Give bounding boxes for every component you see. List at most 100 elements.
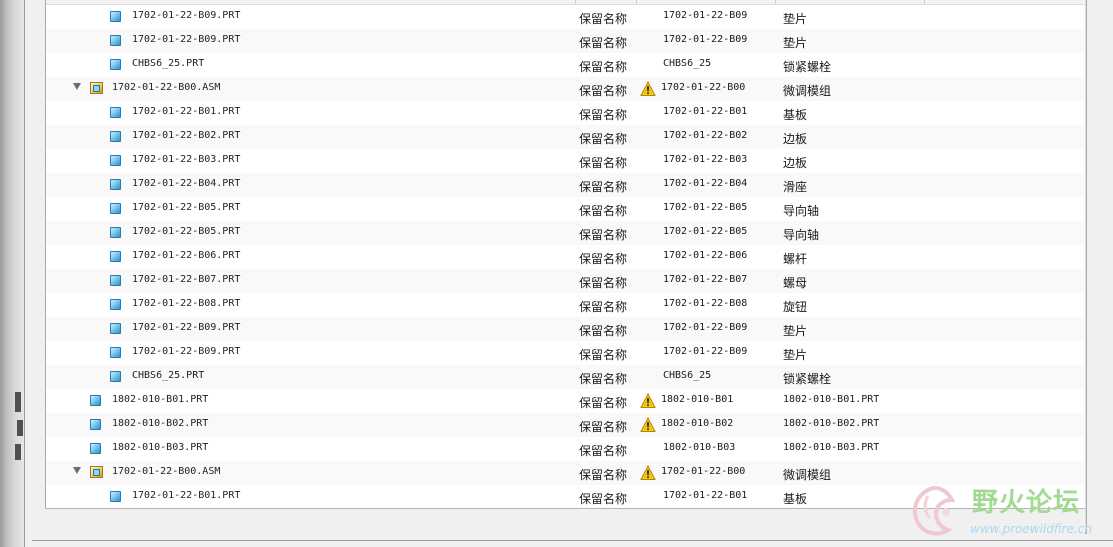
- column-separator[interactable]: [636, 0, 637, 4]
- model-tree-list[interactable]: 1702-01-22-B09.PRT 保留名称 1702-01-22-B09 垫片 17…: [45, 0, 1087, 534]
- description-cell[interactable]: 垫片: [783, 346, 807, 363]
- column-separator[interactable]: [575, 0, 576, 4]
- new-name-cell[interactable]: 1702-01-22-B09: [663, 322, 747, 333]
- description-cell[interactable]: 微调模组: [783, 466, 831, 483]
- tree-row-part[interactable]: 1702-01-22-B01.PRT 保留名称 1702-01-22-B01 基板: [46, 101, 1084, 125]
- tree-row-part[interactable]: 1702-01-22-B09.PRT 保留名称 1702-01-22-B09 垫片: [46, 341, 1084, 365]
- part-file-icon: [110, 323, 121, 334]
- tree-row-part[interactable]: 1802-010-B01.PRT 保留名称 1802-010-B01 1802-010…: [46, 389, 1084, 413]
- tree-row-part[interactable]: 1702-01-22-B02.PRT 保留名称 1702-01-22-B02 边板: [46, 125, 1084, 149]
- rename-action-cell[interactable]: 保留名称: [579, 106, 627, 123]
- new-name-cell[interactable]: 1702-01-22-B06: [663, 250, 747, 261]
- rename-action-cell[interactable]: 保留名称: [579, 250, 627, 267]
- rename-action-cell[interactable]: 保留名称: [579, 418, 627, 435]
- tree-row-part[interactable]: 1702-01-22-B08.PRT 保留名称 1702-01-22-B08 旋钮: [46, 293, 1084, 317]
- description-cell[interactable]: 螺母: [783, 274, 807, 291]
- warning-triangle-icon: [640, 417, 656, 432]
- warning-triangle-icon: [640, 465, 656, 480]
- part-file-icon: [110, 371, 121, 382]
- rename-action-cell[interactable]: 保留名称: [579, 58, 627, 75]
- rename-action-cell[interactable]: 保留名称: [579, 490, 627, 507]
- rename-action-cell[interactable]: 保留名称: [579, 370, 627, 387]
- new-name-cell[interactable]: 1702-01-22-B03: [663, 154, 747, 165]
- description-cell[interactable]: 边板: [783, 154, 807, 171]
- description-cell[interactable]: 垫片: [783, 34, 807, 51]
- rename-action-cell[interactable]: 保留名称: [579, 82, 627, 99]
- description-cell[interactable]: 锁紧螺栓: [783, 58, 831, 75]
- description-cell[interactable]: 螺杆: [783, 250, 807, 267]
- tree-row-part[interactable]: 1702-01-22-B05.PRT 保留名称 1702-01-22-B05 导向轴: [46, 197, 1084, 221]
- rename-action-cell[interactable]: 保留名称: [579, 298, 627, 315]
- description-cell[interactable]: 微调模组: [783, 82, 831, 99]
- new-name-cell[interactable]: CHBS6_25: [663, 370, 711, 381]
- rename-action-cell[interactable]: 保留名称: [579, 466, 627, 483]
- tree-row-part[interactable]: 1702-01-22-B09.PRT 保留名称 1702-01-22-B09 垫片: [46, 29, 1084, 53]
- description-cell[interactable]: 边板: [783, 130, 807, 147]
- new-name-cell[interactable]: 1702-01-22-B00: [661, 82, 745, 93]
- rename-action-cell[interactable]: 保留名称: [579, 322, 627, 339]
- rename-action-cell[interactable]: 保留名称: [579, 274, 627, 291]
- description-cell[interactable]: 基板: [783, 106, 807, 123]
- new-name-cell[interactable]: 1702-01-22-B09: [663, 10, 747, 21]
- description-cell[interactable]: 1802-010-B02.PRT: [783, 418, 879, 429]
- new-name-cell[interactable]: 1702-01-22-B05: [663, 202, 747, 213]
- column-separator[interactable]: [924, 0, 925, 4]
- new-name-cell[interactable]: 1702-01-22-B05: [663, 226, 747, 237]
- description-cell[interactable]: 导向轴: [783, 226, 819, 243]
- tree-row-part[interactable]: 1702-01-22-B03.PRT 保留名称 1702-01-22-B03 边板: [46, 149, 1084, 173]
- description-cell[interactable]: 锁紧螺栓: [783, 370, 831, 387]
- new-name-cell[interactable]: 1702-01-22-B08: [663, 298, 747, 309]
- rename-action-cell[interactable]: 保留名称: [579, 226, 627, 243]
- vertical-scrollbar[interactable]: [1085, 0, 1086, 533]
- new-name-cell[interactable]: 1702-01-22-B01: [663, 106, 747, 117]
- rename-action-cell[interactable]: 保留名称: [579, 394, 627, 411]
- new-name-cell[interactable]: 1702-01-22-B02: [663, 130, 747, 141]
- tree-row-part[interactable]: 1702-01-22-B06.PRT 保留名称 1702-01-22-B06 螺杆: [46, 245, 1084, 269]
- model-name: 1702-01-22-B05.PRT: [132, 202, 241, 213]
- rename-action-cell[interactable]: 保留名称: [579, 130, 627, 147]
- new-name-cell[interactable]: 1802-010-B03: [663, 442, 735, 453]
- description-cell[interactable]: 1802-010-B01.PRT: [783, 394, 879, 405]
- model-name: 1702-01-22-B06.PRT: [132, 250, 241, 261]
- tree-row-part[interactable]: CHBS6_25.PRT 保留名称 CHBS6_25 锁紧螺栓: [46, 365, 1084, 389]
- expand-triangle-icon[interactable]: [73, 467, 81, 474]
- rename-action-cell[interactable]: 保留名称: [579, 442, 627, 459]
- tree-row-assembly[interactable]: 1702-01-22-B00.ASM 保留名称 1702-01-22-B00 微调模组: [46, 461, 1084, 485]
- description-cell[interactable]: 基板: [783, 490, 807, 507]
- tree-row-part[interactable]: CHBS6_25.PRT 保留名称 CHBS6_25 锁紧螺栓: [46, 53, 1084, 77]
- tree-row-part[interactable]: 1702-01-22-B09.PRT 保留名称 1702-01-22-B09 垫片: [46, 5, 1084, 29]
- new-name-cell[interactable]: 1702-01-22-B04: [663, 178, 747, 189]
- new-name-cell[interactable]: 1702-01-22-B01: [663, 490, 747, 501]
- rename-action-cell[interactable]: 保留名称: [579, 10, 627, 27]
- description-cell[interactable]: 1802-010-B03.PRT: [783, 442, 879, 453]
- rename-action-cell[interactable]: 保留名称: [579, 154, 627, 171]
- tree-row-part[interactable]: 1702-01-22-B01.PRT 保留名称 1702-01-22-B01 基板: [46, 485, 1084, 509]
- new-name-cell[interactable]: 1702-01-22-B07: [663, 274, 747, 285]
- tree-row-part[interactable]: 1702-01-22-B09.PRT 保留名称 1702-01-22-B09 垫片: [46, 317, 1084, 341]
- part-file-icon: [110, 347, 121, 358]
- rename-action-cell[interactable]: 保留名称: [579, 202, 627, 219]
- new-name-cell[interactable]: CHBS6_25: [663, 58, 711, 69]
- rename-action-cell[interactable]: 保留名称: [579, 34, 627, 51]
- new-name-cell[interactable]: 1702-01-22-B00: [661, 466, 745, 477]
- tree-row-part[interactable]: 1702-01-22-B07.PRT 保留名称 1702-01-22-B07 螺母: [46, 269, 1084, 293]
- new-name-cell[interactable]: 1702-01-22-B09: [663, 346, 747, 357]
- new-name-cell[interactable]: 1702-01-22-B09: [663, 34, 747, 45]
- expand-triangle-icon[interactable]: [73, 83, 81, 90]
- tree-row-part[interactable]: 1702-01-22-B05.PRT 保留名称 1702-01-22-B05 导向轴: [46, 221, 1084, 245]
- description-cell[interactable]: 导向轴: [783, 202, 819, 219]
- tree-row-part[interactable]: 1802-010-B03.PRT 保留名称 1802-010-B03 1802-010…: [46, 437, 1084, 461]
- tree-row-part[interactable]: 1802-010-B02.PRT 保留名称 1802-010-B02 1802-010…: [46, 413, 1084, 437]
- rename-action-cell[interactable]: 保留名称: [579, 178, 627, 195]
- rename-action-cell[interactable]: 保留名称: [579, 346, 627, 363]
- new-name-cell[interactable]: 1802-010-B02: [661, 418, 733, 429]
- tree-row-assembly[interactable]: 1702-01-22-B00.ASM 保留名称 1702-01-22-B00 微调模组: [46, 77, 1084, 101]
- tree-row-part[interactable]: 1702-01-22-B04.PRT 保留名称 1702-01-22-B04 滑座: [46, 173, 1084, 197]
- column-separator[interactable]: [775, 0, 776, 4]
- part-file-icon: [110, 203, 121, 214]
- description-cell[interactable]: 垫片: [783, 322, 807, 339]
- description-cell[interactable]: 滑座: [783, 178, 807, 195]
- new-name-cell[interactable]: 1802-010-B01: [661, 394, 733, 405]
- description-cell[interactable]: 垫片: [783, 10, 807, 27]
- description-cell[interactable]: 旋钮: [783, 298, 807, 315]
